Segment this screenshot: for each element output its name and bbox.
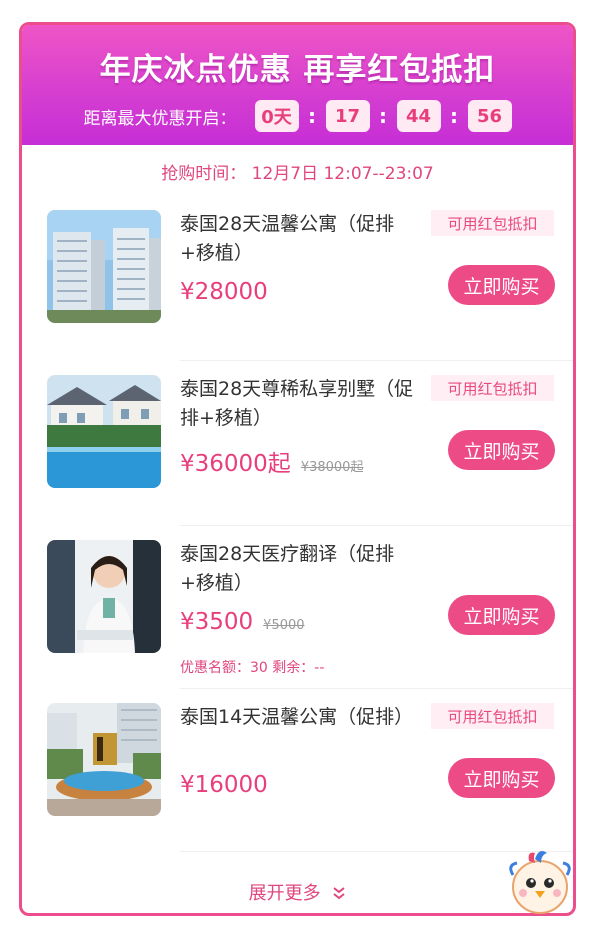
redpacket-tag: 可用红包抵扣: [431, 375, 554, 401]
countdown-label: 距离最大优惠开启：: [83, 108, 237, 129]
buy-now-button[interactable]: 立即购买: [448, 265, 555, 305]
product-price: ¥16000: [180, 772, 268, 798]
villa-pool-photo[interactable]: [47, 375, 161, 488]
product-title[interactable]: 泰国28天医疗翻译（促排+移植）: [180, 540, 420, 598]
product-price: ¥28000: [180, 279, 268, 305]
divider: [180, 525, 573, 526]
apartment-fountain-photo[interactable]: [47, 703, 161, 816]
translator-meeting-photo[interactable]: [47, 540, 161, 653]
countdown: 距离最大优惠开启： 0天 : 17 : 44 : 56: [22, 99, 573, 133]
show-more-link[interactable]: 展开更多: [22, 879, 573, 905]
redpacket-tag: 可用红包抵扣: [431, 703, 554, 729]
product-price: ¥36000起: [180, 451, 291, 477]
product-item: 泰国28天温馨公寓（促排+移植） 可用红包抵扣 ¥28000 立即购买: [22, 210, 573, 370]
product-price: ¥3500: [180, 609, 254, 635]
promo-panel: 年庆冰点优惠 再享红包抵扣 距离最大优惠开启： 0天 : 17 : 44 : 5…: [19, 22, 576, 916]
divider: [180, 360, 573, 361]
product-title[interactable]: 泰国28天温馨公寓（促排+移植）: [180, 210, 420, 268]
price-row: ¥28000: [180, 279, 268, 305]
countdown-separator: :: [308, 104, 316, 128]
product-item: 泰国14天温馨公寓（促排） 可用红包抵扣 ¥16000 立即购买: [22, 703, 573, 863]
countdown-hours: 17: [325, 100, 370, 132]
show-more-label: 展开更多: [248, 883, 321, 904]
promo-header: 年庆冰点优惠 再享红包抵扣 距离最大优惠开启： 0天 : 17 : 44 : 5…: [22, 25, 573, 145]
product-item: 泰国28天尊稀私享别墅（促排+移植） 可用红包抵扣 ¥36000起 ¥38000…: [22, 375, 573, 535]
double-chevron-down-icon: [332, 884, 346, 905]
price-row: ¥3500 ¥5000: [180, 609, 305, 635]
buy-now-button[interactable]: 立即购买: [448, 430, 555, 470]
buy-now-button[interactable]: 立即购买: [448, 595, 555, 635]
price-row: ¥16000: [180, 772, 268, 798]
countdown-minutes: 44: [396, 100, 441, 132]
product-title[interactable]: 泰国14天温馨公寓（促排）: [180, 703, 420, 732]
countdown-days: 0天: [254, 100, 299, 132]
purchase-time: 抢购时间： 12月7日 12:07--23:07: [161, 164, 434, 184]
product-title[interactable]: 泰国28天尊稀私享别墅（促排+移植）: [180, 375, 420, 433]
original-price: ¥5000: [263, 618, 305, 633]
countdown-seconds: 56: [467, 100, 512, 132]
divider: [180, 688, 573, 689]
countdown-separator: :: [450, 104, 458, 128]
buy-now-button[interactable]: 立即购买: [448, 758, 555, 798]
apartment-towers-photo[interactable]: [47, 210, 161, 323]
promo-headline: 年庆冰点优惠 再享红包抵扣: [99, 52, 496, 88]
countdown-separator: :: [379, 104, 387, 128]
bird-mascot-icon[interactable]: [505, 845, 575, 917]
product-item: 泰国28天医疗翻译（促排+移植） ¥3500 ¥5000 立即购买 优惠名额：3…: [22, 540, 573, 700]
price-row: ¥36000起 ¥38000起: [180, 444, 363, 478]
redpacket-tag: 可用红包抵扣: [431, 210, 554, 236]
original-price: ¥38000起: [300, 460, 364, 475]
discount-quota: 优惠名额：30 剩余：--: [180, 660, 325, 676]
